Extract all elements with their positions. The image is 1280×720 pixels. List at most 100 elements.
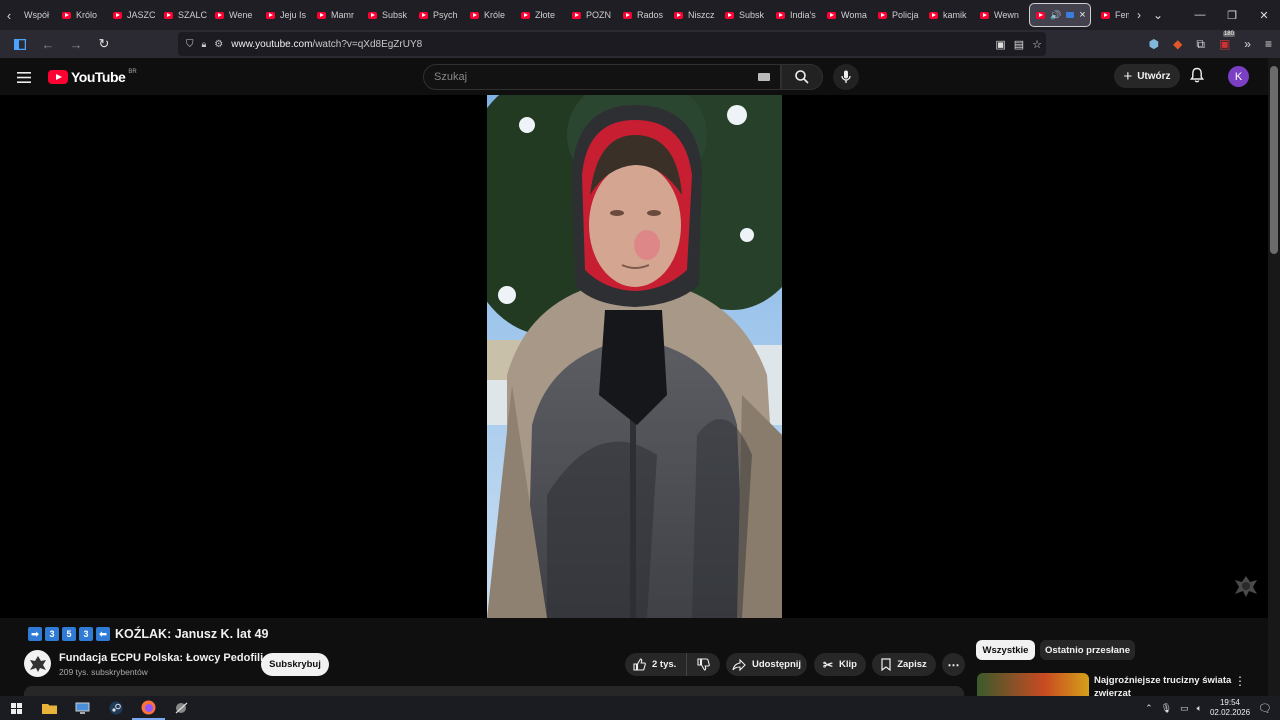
clip-button[interactable]: ✂ Klip [814,653,866,676]
browser-tab[interactable]: Królo [56,0,107,30]
browser-tab[interactable]: Subsk [362,0,413,30]
browser-tab[interactable]: Psych [413,0,464,30]
restore-icon[interactable]: ❐ [1216,0,1248,30]
browser-tab[interactable]: JASZC [107,0,158,30]
volume-icon[interactable]: 🔈︎ [1197,703,1202,714]
notifications-icon[interactable]: 🗨︎ [1258,702,1272,715]
tracking-protection-icon[interactable]: ⛉ [186,39,194,50]
file-explorer-icon[interactable] [33,696,66,720]
browser-tab[interactable]: India's [770,0,821,30]
browser-tab[interactable]: Mamr [311,0,362,30]
search-box[interactable] [423,64,781,90]
tabs-scroll-left-icon[interactable]: ‹ [0,0,18,30]
dislike-button[interactable] [687,658,720,671]
recommendation-menu-icon[interactable]: ⋮ [1234,674,1246,688]
browser-tab[interactable]: Wene [209,0,260,30]
url-bar[interactable]: ⛉ 🔒︎ ⚙ www.youtube.com/watch?v=qXd8EgZrU… [178,32,1046,56]
browser-tab[interactable]: Wewn [974,0,1025,30]
start-windows-icon[interactable] [0,696,33,720]
tray-chevron-up-icon[interactable]: ⌃ [1145,703,1153,714]
youtube-favicon-icon [266,11,275,19]
search-input[interactable] [434,71,734,83]
country-code: BR [128,69,137,75]
microphone-tray-icon[interactable]: 🎙︎ [1161,703,1172,714]
browser-tab[interactable]: Niszcz [668,0,719,30]
voice-search-button[interactable] [833,64,859,90]
overflow-menu-icon[interactable]: » [1244,37,1251,51]
minimize-icon[interactable]: — [1184,0,1216,30]
recommendation-title[interactable]: Najgroźniejsze trucizny świata zwierząt [1094,674,1234,696]
create-button[interactable]: + Utwórz [1114,64,1180,88]
permissions-icon[interactable]: ⚙ [214,39,223,50]
channel-avatar[interactable] [24,650,51,677]
tab-label: Wene [229,10,253,20]
browser-tab[interactable]: SZALC [158,0,209,30]
like-button[interactable]: 2 tys. [625,653,688,676]
subscribe-button[interactable]: Subskrybuj [261,653,329,676]
account-avatar[interactable]: K [1228,66,1249,87]
extension-fox-icon[interactable]: ◆ [1173,37,1182,51]
video-player[interactable] [0,95,1268,618]
browser-tab[interactable]: Złote [515,0,566,30]
close-window-icon[interactable]: ✕ [1248,0,1280,30]
more-actions-button[interactable]: ⋯ [942,653,965,676]
search-button[interactable] [781,64,823,90]
youtube-favicon-icon [572,11,581,19]
scrollbar-thumb[interactable] [1270,66,1278,254]
firefox-icon[interactable] [132,696,165,720]
tab-label: Współ [24,10,50,20]
lock-icon[interactable]: 🔒︎ [202,39,207,50]
clock-time: 19:54 [1219,698,1241,707]
keyboard-icon[interactable] [758,73,770,81]
description-box[interactable] [24,686,964,696]
browser-tab[interactable]: Rados [617,0,668,30]
app-satellite-icon[interactable] [165,696,198,720]
notifications-bell-icon[interactable] [1189,67,1205,88]
youtube-favicon-icon [164,11,173,19]
forward-icon[interactable]: → [64,32,88,56]
tabs-scroll-right-icon[interactable]: › [1137,8,1141,22]
tab-strip: ‹ Współ Królo JASZC SZALC Wene Jeju Is Mamr Sub… [0,0,1280,30]
extension-badge-icon[interactable]: ▣ 180 [1219,31,1235,51]
chip-all[interactable]: Wszystkie [976,640,1035,660]
guide-menu-icon[interactable] [17,70,31,88]
youtube-logo[interactable]: YouTube BR [48,69,137,85]
browser-tab[interactable]: Woma [821,0,872,30]
channel-watermark-icon[interactable] [1233,573,1259,599]
active-tab[interactable]: 🔊 × [1029,3,1091,27]
tab-label: Rados [637,10,664,20]
tab-close-icon[interactable]: × [1079,9,1085,21]
video-frame[interactable] [487,95,782,618]
browser-tab[interactable]: POZN [566,0,617,30]
back-icon[interactable]: ← [36,32,60,56]
channel-name[interactable]: Fundacja ECPU Polska: Łowcy Pedofili [59,652,263,664]
app-menu-icon[interactable]: ≡ [1265,37,1272,51]
reader-view-icon[interactable]: ▤ [1014,38,1024,51]
sidebar-toggle-icon[interactable] [8,32,32,56]
extensions-puzzle-icon[interactable]: ⧉ [1196,37,1205,52]
extension-shield-icon[interactable]: ⬢ [1149,37,1159,51]
share-button[interactable]: Udostępnij [726,653,807,676]
plus-icon: + [1123,67,1133,85]
bookmark-star-icon[interactable]: ☆ [1032,38,1042,51]
browser-tab[interactable]: Subsk [719,0,770,30]
recommendation-thumbnail[interactable] [977,673,1089,696]
page-scrollbar[interactable] [1268,58,1280,696]
tab-list-chevron-icon[interactable]: ⌄ [1153,8,1163,22]
youtube-favicon-icon [929,11,938,19]
network-icon[interactable]: ▭ [1180,703,1189,714]
picture-in-picture-icon[interactable]: ▣ [995,38,1005,51]
tab-last[interactable]: Fem [1095,0,1129,30]
browser-tab[interactable]: Policja [872,0,923,30]
browser-tab[interactable]: Króle [464,0,515,30]
computer-icon[interactable] [66,696,99,720]
browser-tab[interactable]: kamik [923,0,974,30]
steam-icon[interactable] [99,696,132,720]
browser-tab[interactable]: Współ [18,0,56,30]
audio-playing-icon[interactable]: 🔊 [1050,10,1061,21]
reload-icon[interactable]: ↻ [92,32,116,56]
save-button[interactable]: Zapisz [872,653,936,676]
clock[interactable]: 19:54 02.02.2026 [1210,698,1250,718]
chip-recently-uploaded[interactable]: Ostatnio przesłane [1040,640,1135,660]
browser-tab[interactable]: Jeju Is [260,0,311,30]
